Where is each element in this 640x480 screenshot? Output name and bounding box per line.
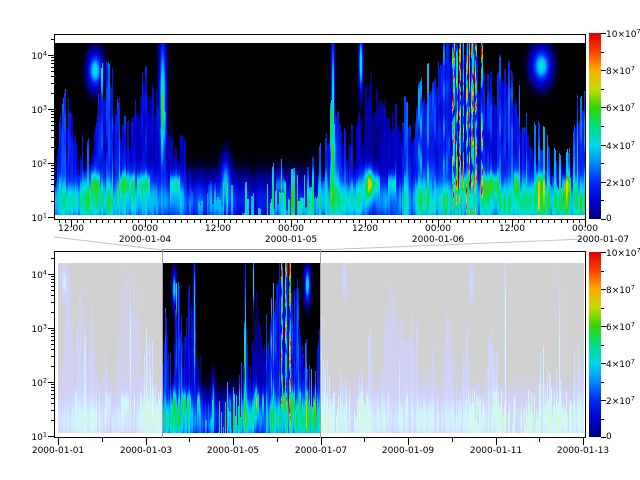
zoom-connector-right bbox=[320, 239, 585, 250]
top-colorbar bbox=[589, 33, 601, 219]
top-plot-frame bbox=[54, 34, 586, 220]
zoom-selection-box[interactable] bbox=[162, 249, 321, 438]
zoom-connector-left bbox=[54, 237, 162, 250]
figure-root: 12:0000:0012:0000:0012:0000:0012:0000:00… bbox=[0, 0, 640, 480]
bottom-colorbar bbox=[589, 252, 601, 437]
